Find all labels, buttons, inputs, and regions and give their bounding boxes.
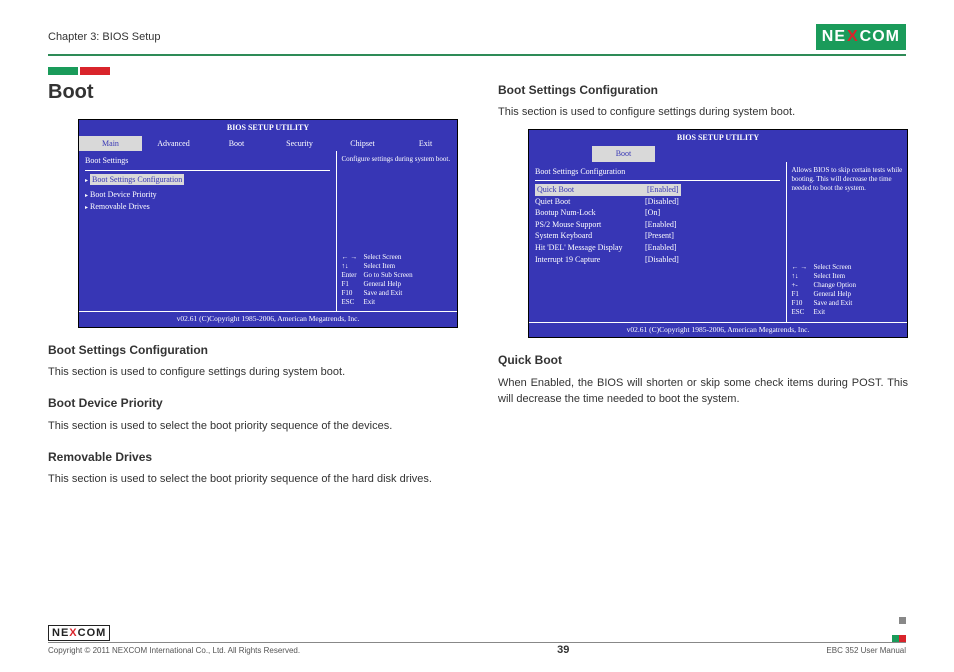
heading-boot-device-priority: Boot Device Priority xyxy=(48,395,458,412)
bios-option-row: Quick Boot[Enabled] xyxy=(535,184,780,196)
page-header: Chapter 3: BIOS Setup NEXCOM xyxy=(48,24,906,56)
bios-side-panel: Configure settings during system boot. ←… xyxy=(337,151,457,311)
para-boot-settings-config: This section is used to configure settin… xyxy=(48,365,458,381)
section-title-boot: Boot xyxy=(48,78,458,107)
chapter-label: Chapter 3: BIOS Setup xyxy=(48,31,161,43)
footer-squares-icon xyxy=(892,611,906,647)
page-number: 39 xyxy=(557,644,569,656)
heading-quick-boot: Quick Boot xyxy=(498,352,908,369)
bios-option-row: System Keyboard[Present] xyxy=(535,230,780,242)
bios-screenshot-boot-settings: BIOS SETUP UTILITY Boot Boot Settings Co… xyxy=(528,129,908,338)
bios-tab-bar: Boot xyxy=(529,146,907,162)
bios-option-row: PS/2 Mouse Support[Enabled] xyxy=(535,219,780,231)
page-footer: NEXCOM Copyright © 2011 NEXCOM Internati… xyxy=(48,623,906,656)
bios-main-panel: Boot Settings Configuration Quick Boot[E… xyxy=(529,162,787,322)
bios-key-legend: ← →Select Screen ↑↓Select Item +-Change … xyxy=(791,263,903,318)
header-color-tabs xyxy=(48,62,906,70)
triangle-icon: ▸ xyxy=(85,193,88,199)
bios-tab-bar: Main Advanced Boot Security Chipset Exit xyxy=(79,136,457,152)
bios-help-text: Configure settings during system boot. xyxy=(341,155,453,164)
left-column: Boot BIOS SETUP UTILITY Main Advanced Bo… xyxy=(48,78,458,496)
bios-tab-main: Main xyxy=(79,136,142,152)
copyright-text: Copyright © 2011 NEXCOM International Co… xyxy=(48,646,300,655)
para-boot-device-priority: This section is used to select the boot … xyxy=(48,419,458,435)
bios-screenshot-boot: BIOS SETUP UTILITY Main Advanced Boot Se… xyxy=(78,119,458,328)
right-column: Boot Settings Configuration This section… xyxy=(498,78,908,496)
bios-tab-chipset: Chipset xyxy=(331,136,394,152)
para-removable-drives: This section is used to select the boot … xyxy=(48,472,458,488)
bios-key-legend: ← →Select Screen ↑↓Select Item EnterGo t… xyxy=(341,253,453,308)
nexcom-logo: NEXCOM xyxy=(816,24,906,50)
para-quick-boot: When Enabled, the BIOS will shorten or s… xyxy=(498,376,908,408)
bios-option-row: Quiet Boot[Disabled] xyxy=(535,196,780,208)
bios-section-label: Boot Settings xyxy=(85,155,330,167)
bios-title: BIOS SETUP UTILITY xyxy=(79,120,457,136)
bios-tab-exit: Exit xyxy=(394,136,457,152)
bios-option-row: Interrupt 19 Capture[Disabled] xyxy=(535,254,780,266)
heading-removable-drives: Removable Drives xyxy=(48,449,458,466)
heading-boot-settings-config: Boot Settings Configuration xyxy=(48,342,458,359)
bios-tab-boot: Boot xyxy=(592,146,655,162)
bios-option-row: Bootup Num-Lock[On] xyxy=(535,207,780,219)
bios-tab-security: Security xyxy=(268,136,331,152)
bios-menu-item: ▸Boot Device Priority xyxy=(85,189,330,201)
bios-tab-boot: Boot xyxy=(205,136,268,152)
bios-section-label: Boot Settings Configuration xyxy=(535,166,780,178)
bios-menu-item: ▸Removable Drives xyxy=(85,201,330,213)
triangle-icon: ▸ xyxy=(85,205,88,211)
heading-boot-settings-config-r: Boot Settings Configuration xyxy=(498,82,908,99)
bios-footer: v02.61 (C)Copyright 1985-2006, American … xyxy=(529,322,907,338)
bios-help-text: Allows BIOS to skip certain tests while … xyxy=(791,166,903,193)
bios-footer: v02.61 (C)Copyright 1985-2006, American … xyxy=(79,311,457,327)
bios-main-panel: Boot Settings ▸Boot Settings Configurati… xyxy=(79,151,337,311)
bios-side-panel: Allows BIOS to skip certain tests while … xyxy=(787,162,907,322)
bios-title: BIOS SETUP UTILITY xyxy=(529,130,907,146)
triangle-icon: ▸ xyxy=(85,178,88,184)
para-boot-settings-config-r: This section is used to configure settin… xyxy=(498,105,908,121)
footer-logo: NEXCOM xyxy=(48,623,906,641)
bios-selected-item: ▸Boot Settings Configuration xyxy=(85,174,330,186)
bios-option-row: Hit 'DEL' Message Display[Enabled] xyxy=(535,242,780,254)
bios-tab-advanced: Advanced xyxy=(142,136,205,152)
